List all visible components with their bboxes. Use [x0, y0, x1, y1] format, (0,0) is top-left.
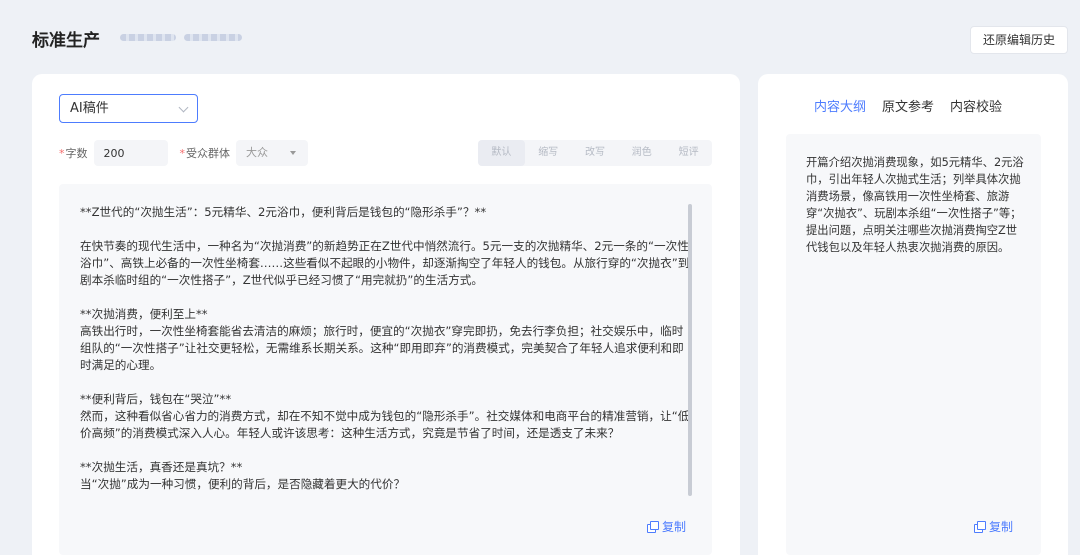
mode-tab-rewrite[interactable]: 改写	[572, 140, 619, 166]
sidebar-panel: 内容大纲 原文参考 内容校验 开篇介绍次抛消费现象，如5元精华、2元浴巾，引出年…	[758, 74, 1068, 555]
copy-label: 复制	[662, 520, 687, 534]
article-scrollbar[interactable]	[688, 204, 692, 496]
mode-tabs: 默认 缩写 改写 润色 短评	[478, 140, 712, 166]
article-text[interactable]: **Z世代的“次抛生活”：5元精华、2元浴巾，便利背后是钱包的“隐形杀手”？**…	[80, 204, 691, 504]
audience-select[interactable]: 大众	[236, 140, 308, 166]
article-paragraph: **次抛生活，真香还是真坑？** 当“次抛”成为一种习惯，便利的背后，是否隐藏着…	[80, 460, 406, 491]
copy-outline-button[interactable]: 复制	[974, 518, 1013, 535]
copy-label: 复制	[989, 520, 1014, 534]
required-mark: *	[179, 146, 186, 160]
audience-label: 受众群体	[186, 147, 230, 160]
caret-down-icon	[290, 151, 296, 155]
tab-source-reference[interactable]: 原文参考	[882, 96, 934, 115]
copy-article-button[interactable]: 复制	[647, 518, 686, 535]
audience-value: 大众	[246, 146, 268, 159]
mode-tab-abbreviate[interactable]: 缩写	[525, 140, 572, 166]
mode-tab-default[interactable]: 默认	[478, 140, 525, 166]
outline-box: 开篇介绍次抛消费现象，如5元精华、2元浴巾，引出年轻人次抛式生活；列举具体次抛消…	[786, 134, 1041, 555]
breadcrumb-item-blurred	[184, 34, 242, 41]
copy-icon	[974, 521, 986, 533]
chevron-down-icon	[178, 102, 189, 113]
article-paragraph: 在快节奏的现代生活中，一种名为“次抛消费”的新趋势正在Z世代中悄然流行。5元一支…	[80, 239, 690, 287]
copy-icon	[647, 521, 659, 533]
word-count-label: 字数	[65, 147, 88, 160]
outline-text: 开篇介绍次抛消费现象，如5元精华、2元浴巾，引出年轻人次抛式生活；列举具体次抛消…	[806, 156, 1024, 254]
draft-type-value: AI稿件	[70, 101, 109, 116]
article-paragraph: **Z世代的“次抛生活”：5元精华、2元浴巾，便利背后是钱包的“隐形杀手”？**	[80, 205, 487, 219]
article-content-box[interactable]: **Z世代的“次抛生活”：5元精华、2元浴巾，便利背后是钱包的“隐形杀手”？**…	[59, 184, 712, 555]
editor-panel: AI稿件 * 字数 * 受众群体 大众 默认 缩写 改写 润色 短评 **Z世代…	[32, 74, 740, 555]
draft-type-select[interactable]: AI稿件	[59, 94, 198, 123]
breadcrumb	[120, 34, 242, 41]
mode-tab-polish[interactable]: 润色	[618, 140, 665, 166]
sidebar-tabs: 内容大纲 原文参考 内容校验	[814, 96, 1002, 115]
breadcrumb-item-blurred	[120, 34, 176, 41]
tab-content-check[interactable]: 内容校验	[950, 96, 1002, 115]
required-mark: *	[59, 146, 65, 160]
restore-history-button[interactable]: 还原编辑历史	[969, 26, 1068, 54]
article-paragraph: **便利背后，钱包在“哭泣”** 然而，这种看似省心省力的消费方式，却在不知不觉…	[80, 392, 690, 440]
mode-tab-comment[interactable]: 短评	[665, 140, 712, 166]
page-title: 标准生产	[32, 31, 100, 51]
word-count-input[interactable]	[93, 140, 168, 166]
options-row: * 字数 * 受众群体 大众	[59, 140, 308, 166]
article-paragraph: **次抛消费，便利至上** 高铁出行时，一次性坐椅套能省去清洁的麻烦；旅行时，便…	[80, 307, 684, 372]
tab-outline[interactable]: 内容大纲	[814, 96, 866, 115]
